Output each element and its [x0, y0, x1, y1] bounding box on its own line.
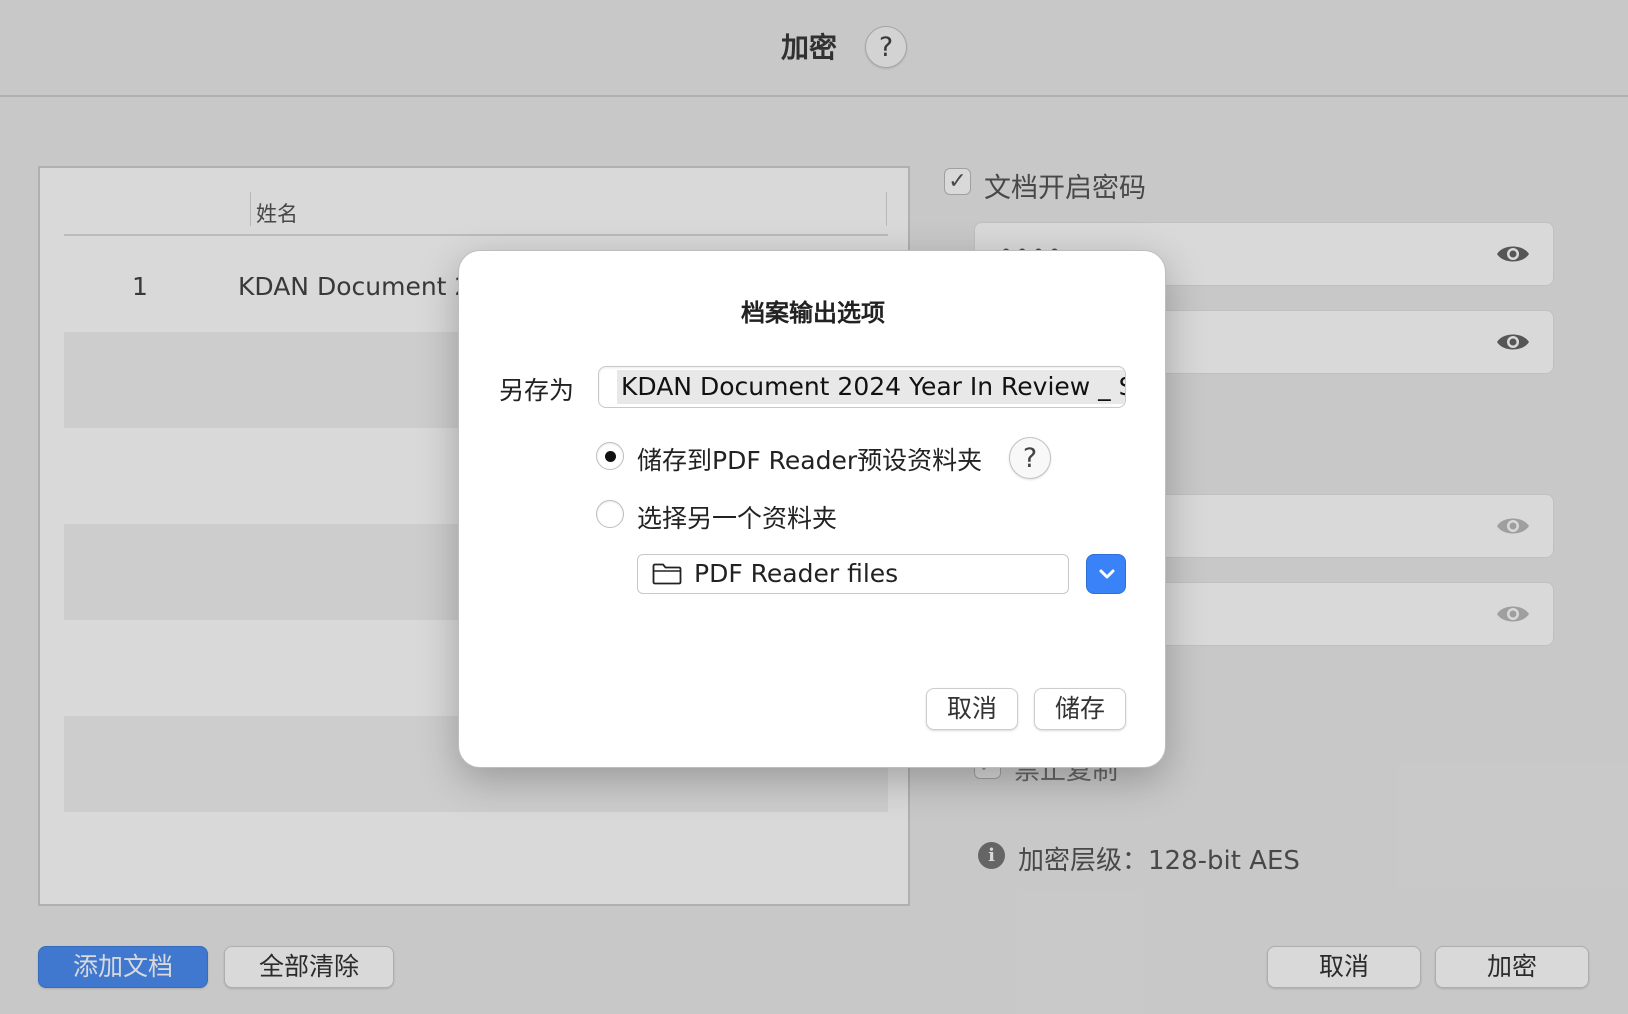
save-as-label: 另存为	[499, 376, 575, 405]
folder-dropdown-button[interactable]	[1086, 554, 1126, 594]
file-name-value: KDAN Document 2024 Year In Review _ S	[617, 370, 1125, 404]
radio-selected-dot	[605, 451, 616, 462]
dialog-title: 档案输出选项	[741, 299, 885, 327]
folder-help-button[interactable]: ?	[1009, 437, 1051, 479]
dialog-save-button[interactable]: 储存	[1034, 688, 1126, 730]
folder-name: PDF Reader files	[694, 559, 899, 588]
default-folder-label[interactable]: 储存到PDF Reader预设资料夹	[637, 441, 982, 477]
other-folder-label[interactable]: 选择另一个资料夹	[637, 499, 837, 535]
folder-icon	[652, 563, 682, 585]
output-options-dialog: 档案输出选项 另存为 KDAN Document 2024 Year In Re…	[458, 250, 1166, 768]
dialog-cancel-button[interactable]: 取消	[926, 688, 1018, 730]
file-name-input[interactable]: KDAN Document 2024 Year In Review _ S	[598, 366, 1126, 408]
question-icon: ?	[1022, 442, 1038, 474]
radio-other-folder[interactable]	[596, 500, 624, 528]
chevron-down-icon	[1099, 569, 1115, 579]
folder-select[interactable]: PDF Reader files	[637, 554, 1069, 594]
radio-default-folder[interactable]	[596, 442, 624, 470]
